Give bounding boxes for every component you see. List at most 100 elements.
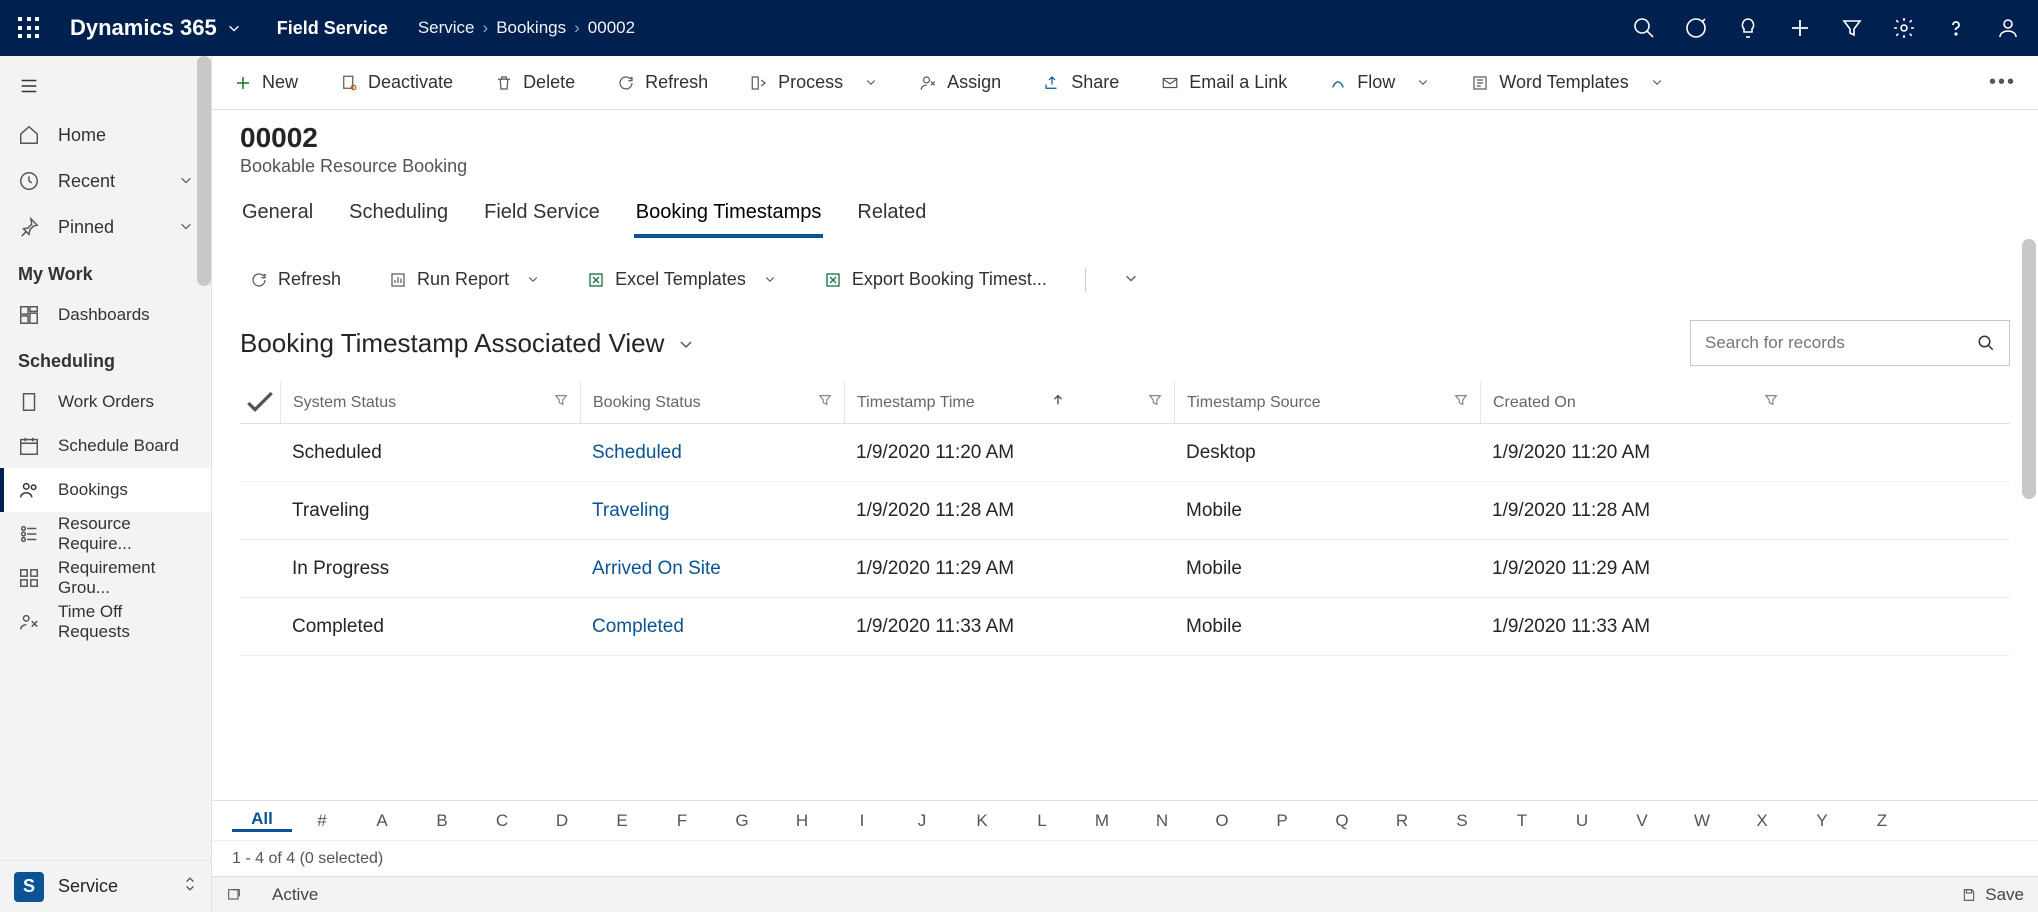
run-report-button[interactable]: Run Report [379,263,549,296]
filter-icon[interactable] [818,393,832,412]
word-templates-button[interactable]: Word Templates [1461,66,1672,99]
column-header-timestamp-time[interactable]: Timestamp Time [844,382,1174,423]
alpha-filter-#[interactable]: # [292,811,352,831]
column-header-created-on[interactable]: Created On [1480,382,1790,423]
save-button[interactable]: Save [1961,885,2024,905]
table-row[interactable]: ScheduledScheduled1/9/2020 11:20 AMDeskt… [240,424,2010,482]
export-button[interactable]: Export Booking Timest... [814,263,1057,296]
alpha-filter-a[interactable]: A [352,811,412,831]
view-selector[interactable]: Booking Timestamp Associated View [240,328,694,359]
table-row[interactable]: In ProgressArrived On Site1/9/2020 11:29… [240,540,2010,598]
sidebar-item-home[interactable]: Home [0,112,211,158]
gear-icon[interactable] [1892,16,1916,40]
assign-button[interactable]: Assign [909,66,1011,99]
column-header-booking-status[interactable]: Booking Status [580,382,844,423]
alpha-filter-i[interactable]: I [832,811,892,831]
alpha-filter-u[interactable]: U [1552,811,1612,831]
cell-booking-status-link[interactable]: Scheduled [580,442,844,464]
sidebar-scrollbar[interactable] [197,56,211,286]
column-header-system-status[interactable]: System Status [280,382,580,423]
alpha-filter-q[interactable]: Q [1312,811,1372,831]
excel-templates-button[interactable]: Excel Templates [577,263,786,296]
process-button[interactable]: Process [740,66,887,99]
subgrid-overflow-button[interactable] [1114,263,1148,296]
sidebar-item-time-off[interactable]: Time Off Requests [0,600,211,644]
search-input[interactable] [1705,333,1977,353]
tab-booking-timestamps[interactable]: Booking Timestamps [634,195,824,238]
alpha-filter-v[interactable]: V [1612,811,1672,831]
alpha-filter-y[interactable]: Y [1792,811,1852,831]
tab-general[interactable]: General [240,195,315,238]
filter-icon[interactable] [554,393,568,412]
delete-button[interactable]: Delete [485,66,585,99]
share-button[interactable]: Share [1033,66,1129,99]
alpha-filter-j[interactable]: J [892,811,952,831]
search-box[interactable] [1690,320,2010,366]
alpha-filter-d[interactable]: D [532,811,592,831]
deactivate-button[interactable]: Deactivate [330,66,463,99]
refresh-button[interactable]: Refresh [607,66,718,99]
search-icon[interactable] [1632,16,1656,40]
filter-icon[interactable] [1840,16,1864,40]
breadcrumb-level-2[interactable]: 00002 [588,18,635,38]
cell-booking-status-link[interactable]: Traveling [580,500,844,522]
hamburger-button[interactable] [0,66,211,112]
alpha-filter-l[interactable]: L [1012,811,1072,831]
user-icon[interactable] [1996,16,2020,40]
alpha-filter-s[interactable]: S [1432,811,1492,831]
help-icon[interactable] [1944,16,1968,40]
tab-field-service[interactable]: Field Service [482,195,602,238]
table-row[interactable]: CompletedCompleted1/9/2020 11:33 AMMobil… [240,598,2010,656]
column-header-timestamp-source[interactable]: Timestamp Source [1174,382,1480,423]
flow-button[interactable]: Flow [1319,66,1439,99]
new-button[interactable]: New [224,66,308,99]
alpha-filter-c[interactable]: C [472,811,532,831]
app-launcher-icon[interactable] [18,17,40,39]
sidebar-item-requirement-groups[interactable]: Requirement Grou... [0,556,211,600]
sidebar-item-dashboards[interactable]: Dashboards [0,293,211,337]
alpha-filter-g[interactable]: G [712,811,772,831]
alpha-filter-w[interactable]: W [1672,811,1732,831]
select-all-checkbox[interactable] [240,383,280,423]
alpha-filter-x[interactable]: X [1732,811,1792,831]
sidebar-item-recent[interactable]: Recent [0,158,211,204]
breadcrumb-level-0[interactable]: Service [418,18,475,38]
table-row[interactable]: TravelingTraveling1/9/2020 11:28 AMMobil… [240,482,2010,540]
sidebar-item-pinned[interactable]: Pinned [0,204,211,250]
alpha-filter-p[interactable]: P [1252,811,1312,831]
subgrid-refresh-button[interactable]: Refresh [240,263,351,296]
cell-booking-status-link[interactable]: Arrived On Site [580,558,844,580]
task-icon[interactable] [1684,16,1708,40]
alpha-filter-r[interactable]: R [1372,811,1432,831]
filter-icon[interactable] [1148,393,1162,412]
alpha-filter-z[interactable]: Z [1852,811,1912,831]
search-icon[interactable] [1977,334,1995,352]
breadcrumb-level-1[interactable]: Bookings [496,18,566,38]
alpha-filter-k[interactable]: K [952,811,1012,831]
alpha-filter-b[interactable]: B [412,811,472,831]
alpha-filter-all[interactable]: All [232,809,292,832]
alpha-filter-t[interactable]: T [1492,811,1552,831]
cell-booking-status-link[interactable]: Completed [580,616,844,638]
sidebar-item-bookings[interactable]: Bookings [0,468,211,512]
popout-icon[interactable] [226,887,242,903]
alpha-filter-o[interactable]: O [1192,811,1252,831]
sidebar-item-work-orders[interactable]: Work Orders [0,380,211,424]
alpha-filter-m[interactable]: M [1072,811,1132,831]
email-link-button[interactable]: Email a Link [1151,66,1297,99]
tips-icon[interactable] [1736,16,1760,40]
alpha-filter-f[interactable]: F [652,811,712,831]
alpha-filter-n[interactable]: N [1132,811,1192,831]
filter-icon[interactable] [1454,393,1468,412]
tab-scheduling[interactable]: Scheduling [347,195,450,238]
tab-related[interactable]: Related [855,195,928,238]
sidebar-item-resource-requirements[interactable]: Resource Require... [0,512,211,556]
area-switcher[interactable]: S Service [0,860,211,912]
overflow-button[interactable]: ••• [1979,65,2026,100]
sidebar-item-schedule-board[interactable]: Schedule Board [0,424,211,468]
alpha-filter-h[interactable]: H [772,811,832,831]
brand-switcher[interactable]: Dynamics 365 [70,15,241,41]
add-icon[interactable] [1788,16,1812,40]
alpha-filter-e[interactable]: E [592,811,652,831]
main-scrollbar[interactable] [2022,239,2036,499]
